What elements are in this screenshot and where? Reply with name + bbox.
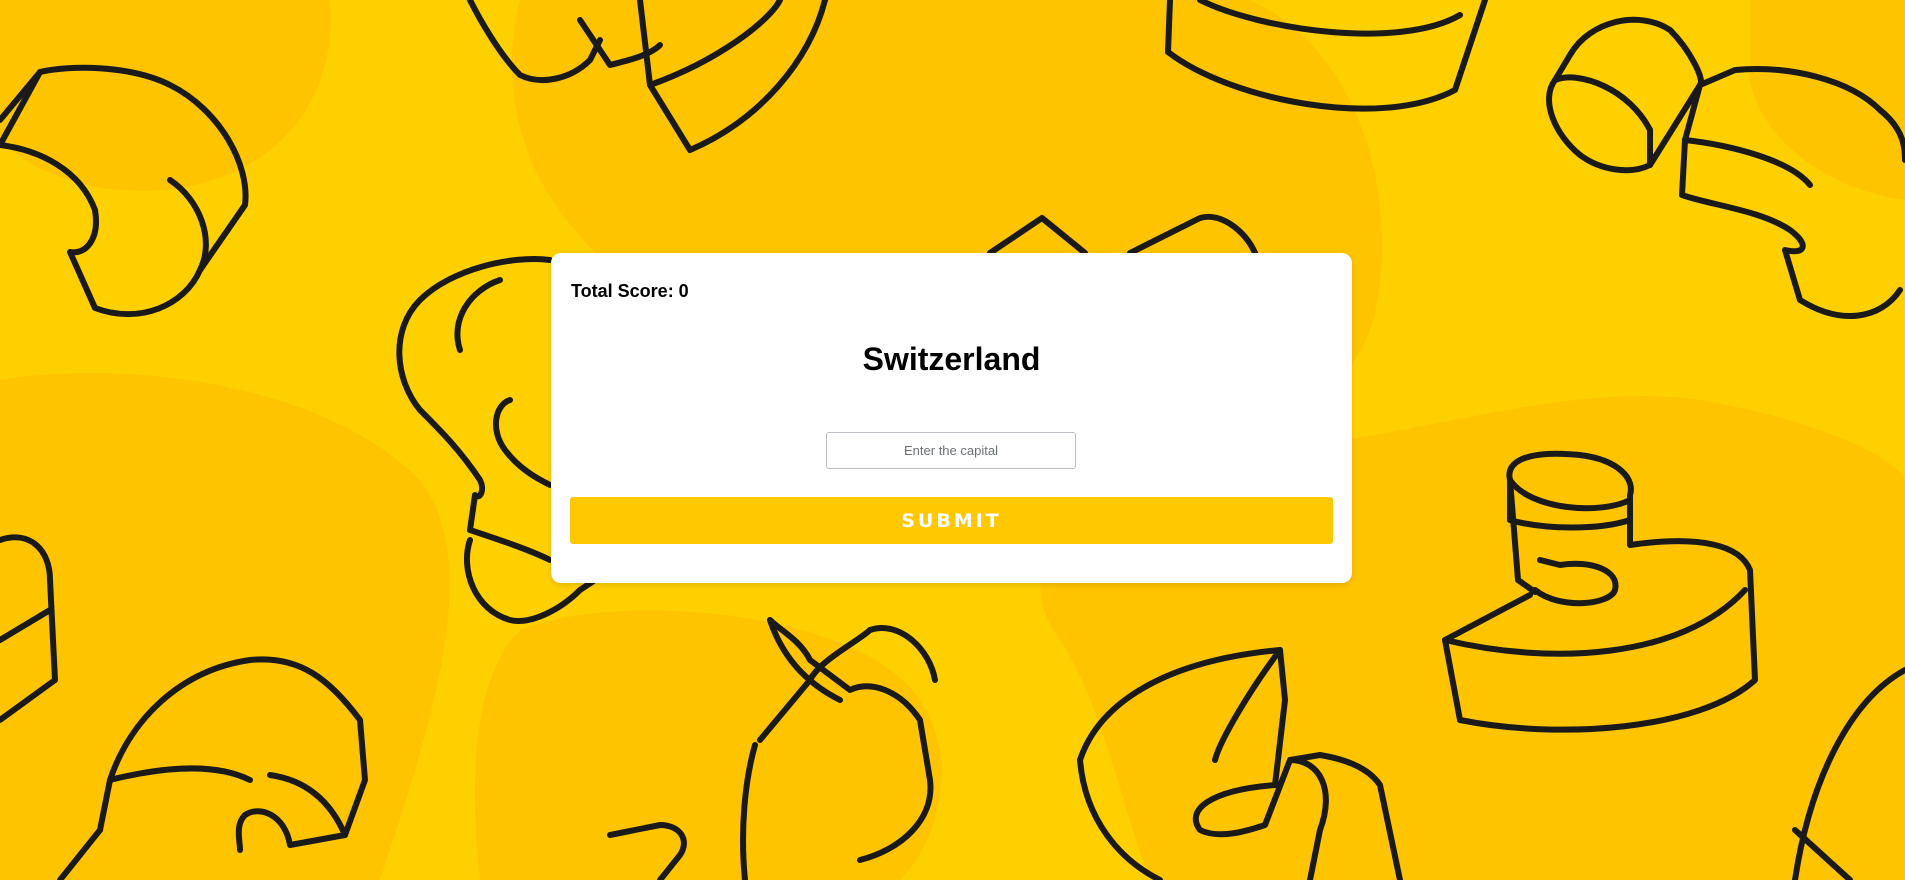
submit-button[interactable]: SUBMIT (570, 497, 1333, 544)
capital-input[interactable] (826, 432, 1076, 469)
country-name: Switzerland (862, 341, 1041, 377)
total-score: Total Score: 0 (571, 281, 689, 301)
quiz-card: Total Score: 0 Switzerland SUBMIT (551, 253, 1352, 583)
